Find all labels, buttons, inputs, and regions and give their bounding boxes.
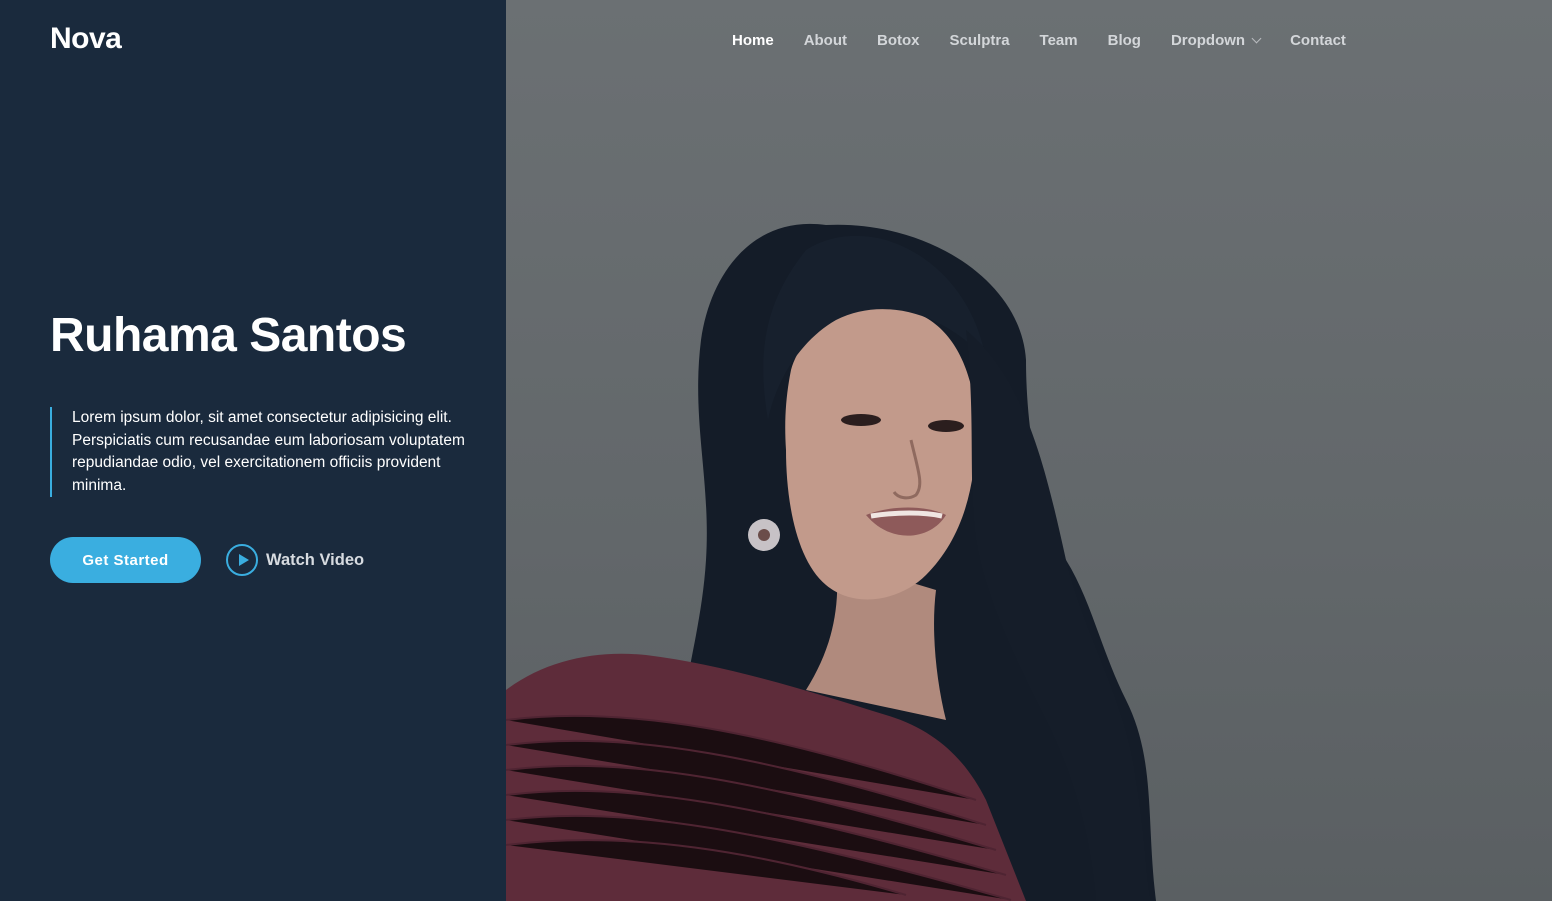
nav-botox[interactable]: Botox xyxy=(877,30,920,50)
hero-description: Lorem ipsum dolor, sit amet consectetur … xyxy=(50,407,480,497)
hero-left-panel: Nova Ruhama Santos Lorem ipsum dolor, si… xyxy=(0,0,506,901)
hero-title: Ruhama Santos xyxy=(50,309,407,362)
nav-team-label: Team xyxy=(1039,31,1078,49)
nav-contact-label: Contact xyxy=(1290,31,1346,49)
nav-home[interactable]: Home xyxy=(732,30,774,50)
nav-blog[interactable]: Blog xyxy=(1108,30,1141,50)
nav-botox-label: Botox xyxy=(877,31,920,49)
nav-dropdown-label: Dropdown xyxy=(1170,31,1246,49)
chevron-down-icon xyxy=(1251,33,1262,43)
nav-contact[interactable]: Contact xyxy=(1290,30,1346,50)
hero-portrait-image xyxy=(506,0,1552,901)
nav-blog-label: Blog xyxy=(1107,31,1141,49)
nav-team[interactable]: Team xyxy=(1040,30,1078,50)
nav-sculptra-label: Sculptra xyxy=(949,31,1010,49)
nav-home-label: Home xyxy=(732,31,774,49)
nav-dropdown[interactable]: Dropdown xyxy=(1170,30,1262,50)
nav-sculptra[interactable]: Sculptra xyxy=(950,30,1010,50)
get-started-button[interactable]: Get Started xyxy=(50,537,201,583)
watch-video-button[interactable]: Watch Video xyxy=(226,544,364,576)
nav-about[interactable]: About xyxy=(804,30,847,50)
main-navigation: Home About Botox Sculptra Team Blog Drop… xyxy=(732,30,1346,50)
play-circle-icon xyxy=(226,544,258,576)
site-logo[interactable]: Nova xyxy=(50,22,122,56)
watch-video-label: Watch Video xyxy=(266,550,365,569)
nav-about-label: About xyxy=(803,31,848,49)
